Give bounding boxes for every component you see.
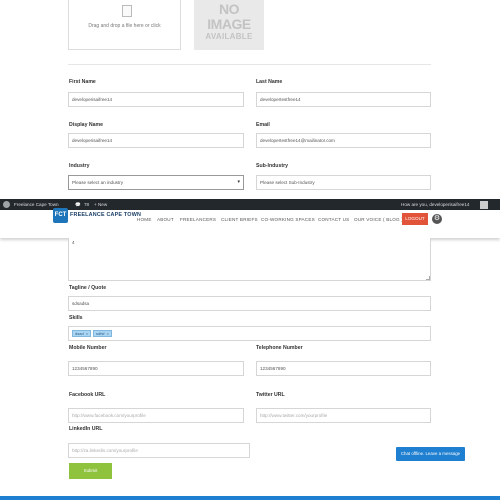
email-input[interactable]: developertestfree14@mailinator.com xyxy=(256,133,431,148)
last-name-input[interactable]: developertestfree14 xyxy=(256,92,431,107)
sub-industry-select-value: Please select Sub-Industry xyxy=(260,180,315,185)
no-image-line1: NO xyxy=(219,1,240,17)
skill-tag-label: sdfsf xyxy=(96,331,105,336)
first-name-input[interactable]: developerisaifree14 xyxy=(68,92,244,107)
no-image-placeholder: NO IMAGE AVAILABLE xyxy=(194,0,264,50)
nav-item-co-working-spaces[interactable]: CO-WORKING SPACES xyxy=(261,217,315,222)
admin-bar-new[interactable]: + New xyxy=(94,202,107,207)
twitter-label: Twitter URL xyxy=(256,392,285,398)
site-logo[interactable]: FCT xyxy=(53,208,68,223)
skills-input[interactable]: dsad × sdfsf × xyxy=(68,326,431,341)
chevron-down-icon: ▾ xyxy=(237,179,240,185)
admin-bar-site-name[interactable]: Freelance Cape Town xyxy=(14,202,59,207)
resize-handle[interactable] xyxy=(426,276,430,280)
admin-bar: Freelance Cape Town 💬 78 + New How are y… xyxy=(0,199,500,210)
comment-icon[interactable]: 💬 xyxy=(75,202,81,208)
facebook-input[interactable]: http://www.facebook.com/yourprofile xyxy=(68,408,244,423)
tagline-label: Tagline / Quote xyxy=(69,285,107,291)
skill-tag[interactable]: sdfsf × xyxy=(93,330,112,337)
linkedin-input[interactable]: http://za.linkedin.com/yourprofile xyxy=(68,443,250,458)
tagline-input[interactable]: sdsadsa xyxy=(68,296,431,311)
nav-item-about[interactable]: ABOUT xyxy=(157,217,174,222)
nav-item-client-briefs[interactable]: CLIENT BRIEFS xyxy=(221,217,258,222)
bio-textarea[interactable]: 4 xyxy=(68,238,431,281)
skill-tag-label: dsad xyxy=(75,331,84,336)
site-logo-text[interactable]: FREELANCE CAPE TOWN xyxy=(70,212,141,218)
logout-button[interactable]: LOGOUT xyxy=(402,213,428,225)
admin-bar-comments-count[interactable]: 78 xyxy=(84,202,89,207)
industry-select[interactable]: Please select an industry ▾ xyxy=(68,175,244,190)
industry-select-value: Please select an industry xyxy=(72,180,124,185)
facebook-label: Facebook URL xyxy=(69,392,106,398)
footer-bar xyxy=(0,496,500,500)
chat-offline-button[interactable]: Chat offline. Leave a message xyxy=(396,447,465,461)
skill-tag[interactable]: dsad × xyxy=(72,330,92,337)
dropzone-text: Drag and drop a file here or click xyxy=(88,23,161,29)
last-name-label: Last Name xyxy=(256,79,283,85)
file-icon xyxy=(122,5,132,17)
close-icon[interactable]: × xyxy=(86,331,88,336)
bio-value: 4 xyxy=(72,240,75,245)
admin-bar-greeting[interactable]: How are you, developerisaifree14 xyxy=(401,202,469,207)
no-image-line3: AVAILABLE xyxy=(205,32,253,41)
submit-button[interactable]: Submit xyxy=(69,463,112,479)
skills-label: Skills xyxy=(69,315,83,321)
avatar[interactable] xyxy=(480,200,488,209)
email-label: Email xyxy=(256,122,270,128)
display-name-input[interactable]: developerisaifree14 xyxy=(68,133,244,148)
nav-item-home[interactable]: HOME xyxy=(137,217,152,222)
first-name-label: First Name xyxy=(69,79,96,85)
mobile-label: Mobile Number xyxy=(69,345,107,351)
no-image-line2: IMAGE xyxy=(207,16,251,32)
mobile-input[interactable]: 1234567890 xyxy=(68,361,244,376)
gear-icon[interactable]: ⚙ xyxy=(432,214,442,224)
wordpress-icon[interactable] xyxy=(3,200,10,208)
sub-industry-select[interactable]: Please select Sub-Industry xyxy=(256,175,431,190)
nav-item-our-voice[interactable]: OUR VOICE ( BLOG ) xyxy=(354,217,403,222)
telephone-input[interactable]: 1234567890 xyxy=(256,361,431,376)
linkedin-label: LinkedIn URL xyxy=(69,426,103,432)
sub-industry-label: Sub-Industry xyxy=(256,163,288,169)
nav-item-freelancers[interactable]: FREELANCERS xyxy=(180,217,216,222)
industry-label: Industry xyxy=(69,163,90,169)
telephone-label: Telephone Number xyxy=(256,345,303,351)
divider xyxy=(68,64,431,65)
nav-item-contact-us[interactable]: CONTACT US xyxy=(318,217,349,222)
twitter-input[interactable]: http://www.twitter.com/yourprofile xyxy=(256,408,431,423)
display-name-label: Display Name xyxy=(69,122,104,128)
close-icon[interactable]: × xyxy=(106,331,108,336)
